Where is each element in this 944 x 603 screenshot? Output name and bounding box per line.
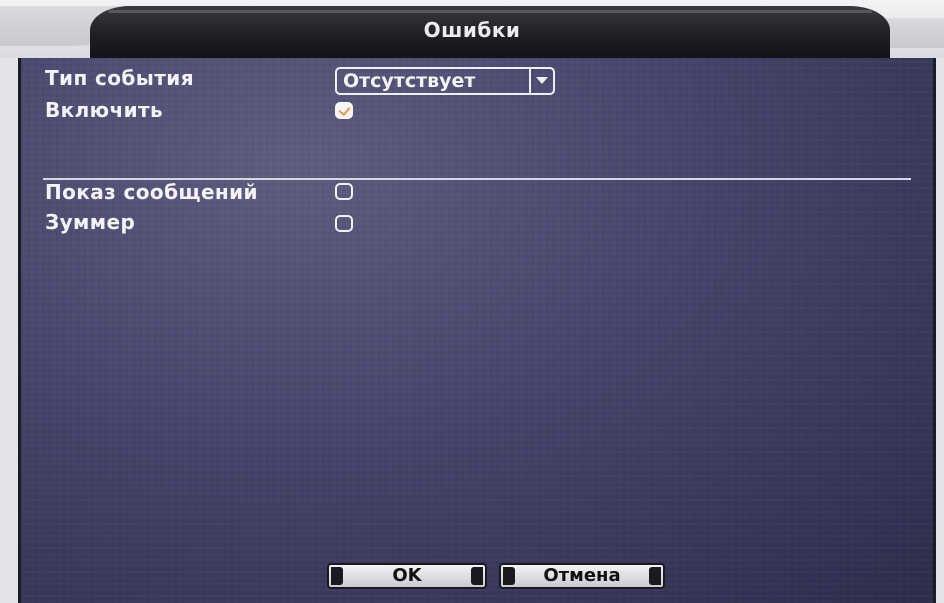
chevron-down-icon <box>536 77 548 84</box>
title-bar: Ошибки <box>0 0 944 58</box>
show-message-label: Показ сообщений <box>45 180 258 204</box>
dropdown-button[interactable] <box>529 69 553 93</box>
buzzer-checkbox[interactable] <box>335 215 353 232</box>
enable-checkbox[interactable] <box>335 102 353 119</box>
checkmark-icon <box>338 103 351 117</box>
screen: Ошибки Тип события Отсутствует Включить … <box>0 0 944 603</box>
enable-label: Включить <box>45 98 164 122</box>
buzzer-label: Зуммер <box>45 210 136 234</box>
ok-button[interactable]: OK <box>327 563 487 589</box>
ok-button-label: OK <box>392 565 422 586</box>
dialog-panel: Тип события Отсутствует Включить Показ с… <box>18 58 936 603</box>
dialog-title: Ошибки <box>423 18 521 42</box>
cancel-button[interactable]: Отмена <box>499 563 665 589</box>
show-message-checkbox[interactable] <box>335 183 353 200</box>
event-type-select[interactable]: Отсутствует <box>335 67 555 95</box>
event-type-value: Отсутствует <box>343 70 476 92</box>
event-type-label: Тип события <box>45 66 194 90</box>
cancel-button-label: Отмена <box>543 565 621 586</box>
